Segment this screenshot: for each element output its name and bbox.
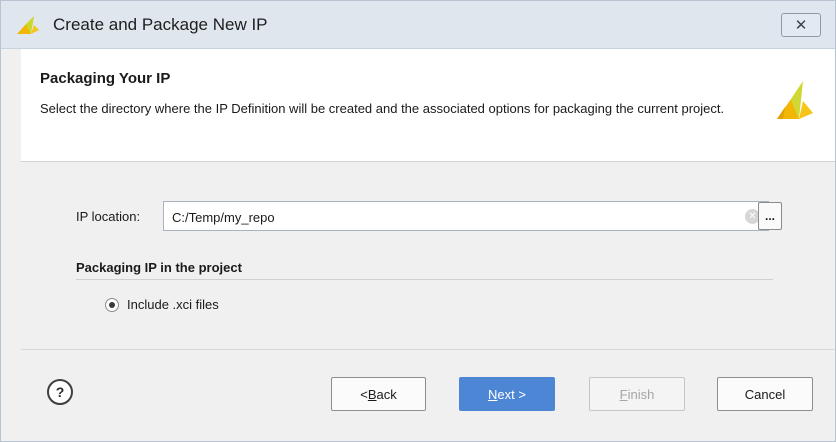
back-button-prefix: <: [360, 386, 368, 402]
page-description: Select the directory where the IP Defini…: [40, 101, 725, 116]
finish-button-label: inish: [627, 386, 655, 402]
back-button-label: ack: [376, 386, 397, 402]
vivado-logo-icon: [17, 16, 39, 34]
header-panel: Packaging Your IP Select the directory w…: [21, 49, 835, 162]
include-xci-radio[interactable]: [105, 298, 119, 312]
close-icon: ✕: [794, 16, 808, 34]
finish-button[interactable]: Finish: [589, 377, 685, 411]
section-title: Packaging IP in the project: [76, 260, 242, 275]
section-divider: [76, 279, 773, 280]
next-button-mnemonic: N: [488, 386, 498, 402]
cancel-button[interactable]: Cancel: [717, 377, 813, 411]
browse-button[interactable]: ...: [758, 202, 782, 230]
window-title: Create and Package New IP: [53, 15, 268, 34]
page-title: Packaging Your IP: [40, 70, 171, 87]
next-button-label: ext >: [497, 386, 526, 402]
finish-button-mnemonic: F: [619, 386, 628, 402]
radio-selected-dot: [109, 302, 115, 308]
ip-location-label: IP location:: [76, 209, 141, 224]
include-xci-label[interactable]: Include .xci files: [127, 297, 219, 312]
close-button[interactable]: ✕: [781, 13, 821, 37]
footer-divider: [21, 349, 835, 350]
ip-location-field[interactable]: ✕: [163, 201, 769, 231]
main-content: IP location: ✕ ... Packaging IP in the p…: [21, 163, 835, 349]
title-bar: Create and Package New IP ✕: [1, 1, 835, 49]
back-button[interactable]: < Back: [331, 377, 426, 411]
next-button[interactable]: Next >: [459, 377, 555, 411]
ip-location-input[interactable]: [172, 208, 732, 226]
vivado-logo-icon: [777, 81, 813, 119]
back-button-mnemonic: B: [367, 386, 377, 402]
help-icon: ?: [55, 384, 65, 400]
create-package-ip-dialog: Create and Package New IP ✕ Packaging Yo…: [0, 0, 836, 442]
help-button[interactable]: ?: [47, 379, 73, 405]
